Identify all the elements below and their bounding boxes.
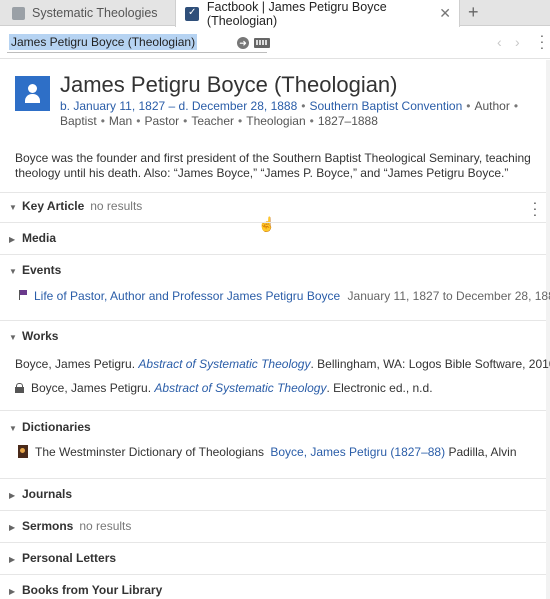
caret-right-icon: ▶ bbox=[9, 555, 16, 564]
dictionary-title[interactable]: The Westminster Dictionary of Theologian… bbox=[35, 445, 264, 459]
affiliation-link[interactable]: Southern Baptist Convention bbox=[309, 99, 462, 113]
toolbar: James Petigru Boyce (Theologian) ➜ ‹ › ·… bbox=[0, 27, 550, 59]
work-title-link[interactable]: Abstract of Systematic Theology bbox=[138, 357, 310, 371]
caret-down-icon: ▼ bbox=[9, 333, 17, 342]
caret-right-icon: ▶ bbox=[9, 523, 16, 532]
section-dictionaries: ▼ Dictionaries The Westminster Dictionary… bbox=[0, 410, 546, 478]
work-row: Boyce, James Petigru. Abstract of System… bbox=[15, 357, 550, 371]
scrollbar[interactable] bbox=[546, 60, 550, 599]
back-arrow-icon[interactable]: ‹ bbox=[497, 34, 502, 50]
factbook-icon bbox=[185, 6, 199, 21]
search-value[interactable]: James Petigru Boyce (Theologian) bbox=[9, 34, 198, 50]
section-header[interactable]: ▼ Dictionaries bbox=[9, 420, 91, 434]
section-works: ▼ Works Boyce, James Petigru. Abstract of… bbox=[0, 320, 550, 410]
section-header[interactable]: ▶ Books from Your Library bbox=[9, 583, 162, 597]
section-header[interactable]: ▶ Personal Letters bbox=[9, 551, 116, 565]
forward-arrow-icon[interactable]: › bbox=[515, 34, 520, 50]
caret-down-icon: ▼ bbox=[9, 203, 17, 212]
section-header[interactable]: ▶ Media bbox=[9, 231, 56, 245]
section-events: ▼ Events Life of Pastor, Author and Profe… bbox=[0, 254, 550, 320]
work-title-link[interactable]: Abstract of Systematic Theology bbox=[154, 381, 326, 395]
go-arrow-icon[interactable]: ➜ bbox=[237, 37, 249, 49]
event-dates: January 11, 1827 to December 28, 1888 bbox=[347, 289, 550, 303]
section-journals: ▶ Journals bbox=[0, 478, 546, 510]
close-tab-icon[interactable]: ✕ bbox=[439, 5, 451, 22]
document-icon bbox=[12, 6, 25, 20]
tab-label: Systematic Theologies bbox=[32, 6, 158, 20]
work-author: Boyce, James Petigru. bbox=[15, 357, 139, 371]
tag[interactable]: Pastor bbox=[144, 114, 179, 128]
dictionary-entry-link[interactable]: Boyce, James Petigru (1827–88) bbox=[270, 445, 445, 459]
event-row: Life of Pastor, Author and Professor Jam… bbox=[19, 289, 550, 303]
tab-factbook[interactable]: Factbook | James Petigru Boyce (Theologi… bbox=[175, 0, 460, 28]
dictionary-author: Padilla, Alvin bbox=[448, 445, 517, 459]
caret-right-icon: ▶ bbox=[9, 491, 16, 500]
section-header[interactable]: ▼ Works bbox=[9, 329, 58, 343]
panel-menu-icon[interactable]: · · · bbox=[539, 28, 545, 54]
section-header[interactable]: ▶ Journals bbox=[9, 487, 72, 501]
book-cover-icon bbox=[18, 445, 28, 458]
work-row: Boyce, James Petigru. Abstract of System… bbox=[15, 381, 433, 395]
work-publication: . Electronic ed., n.d. bbox=[326, 381, 433, 395]
caret-right-icon: ▶ bbox=[9, 587, 16, 596]
caret-right-icon: ▶ bbox=[9, 235, 16, 244]
section-header[interactable]: ▶ Sermons no results bbox=[9, 519, 131, 533]
tab-systematic-theologies[interactable]: Systematic Theologies bbox=[0, 0, 174, 26]
tab-label: Factbook | James Petigru Boyce (Theologi… bbox=[206, 0, 387, 28]
person-avatar-icon bbox=[15, 76, 50, 111]
tag[interactable]: Teacher bbox=[191, 114, 234, 128]
dates-link[interactable]: b. January 11, 1827 – d. December 28, 18… bbox=[60, 99, 297, 113]
tab-bar: Systematic Theologies Factbook | James P… bbox=[0, 0, 550, 28]
tag[interactable]: Baptist bbox=[60, 114, 97, 128]
section-menu-icon[interactable]: · · · bbox=[532, 195, 538, 221]
caret-down-icon: ▼ bbox=[9, 424, 17, 433]
section-header[interactable]: ▼ Key Article no results bbox=[9, 199, 142, 213]
section-header[interactable]: ▼ Events bbox=[9, 263, 61, 277]
tag[interactable]: Theologian bbox=[246, 114, 305, 128]
tag[interactable]: Author bbox=[474, 99, 509, 113]
section-media: ▶ Media bbox=[0, 222, 546, 254]
caret-down-icon: ▼ bbox=[9, 267, 17, 276]
event-link[interactable]: Life of Pastor, Author and Professor Jam… bbox=[34, 289, 340, 303]
description: Boyce was the founder and first presiden… bbox=[15, 151, 531, 180]
section-sermons: ▶ Sermons no results bbox=[0, 510, 546, 542]
keyboard-icon[interactable] bbox=[254, 38, 270, 48]
search-input[interactable]: James Petigru Boyce (Theologian) ➜ bbox=[7, 33, 270, 53]
tag[interactable]: Man bbox=[109, 114, 132, 128]
section-books-library: ▶ Books from Your Library bbox=[0, 574, 546, 599]
tag[interactable]: 1827–1888 bbox=[318, 114, 378, 128]
lock-icon bbox=[15, 383, 24, 393]
work-author: Boyce, James Petigru. bbox=[31, 381, 155, 395]
dictionary-row: The Westminster Dictionary of Theologian… bbox=[18, 445, 517, 459]
new-tab-icon[interactable]: + bbox=[468, 2, 479, 23]
flag-icon bbox=[19, 290, 27, 300]
person-meta: b. January 11, 1827 – d. December 28, 18… bbox=[60, 99, 519, 128]
work-publication: . Bellingham, WA: Logos Bible Software, … bbox=[310, 357, 550, 371]
section-personal-letters: ▶ Personal Letters bbox=[0, 542, 546, 574]
page-title: James Petigru Boyce (Theologian) bbox=[60, 72, 398, 97]
